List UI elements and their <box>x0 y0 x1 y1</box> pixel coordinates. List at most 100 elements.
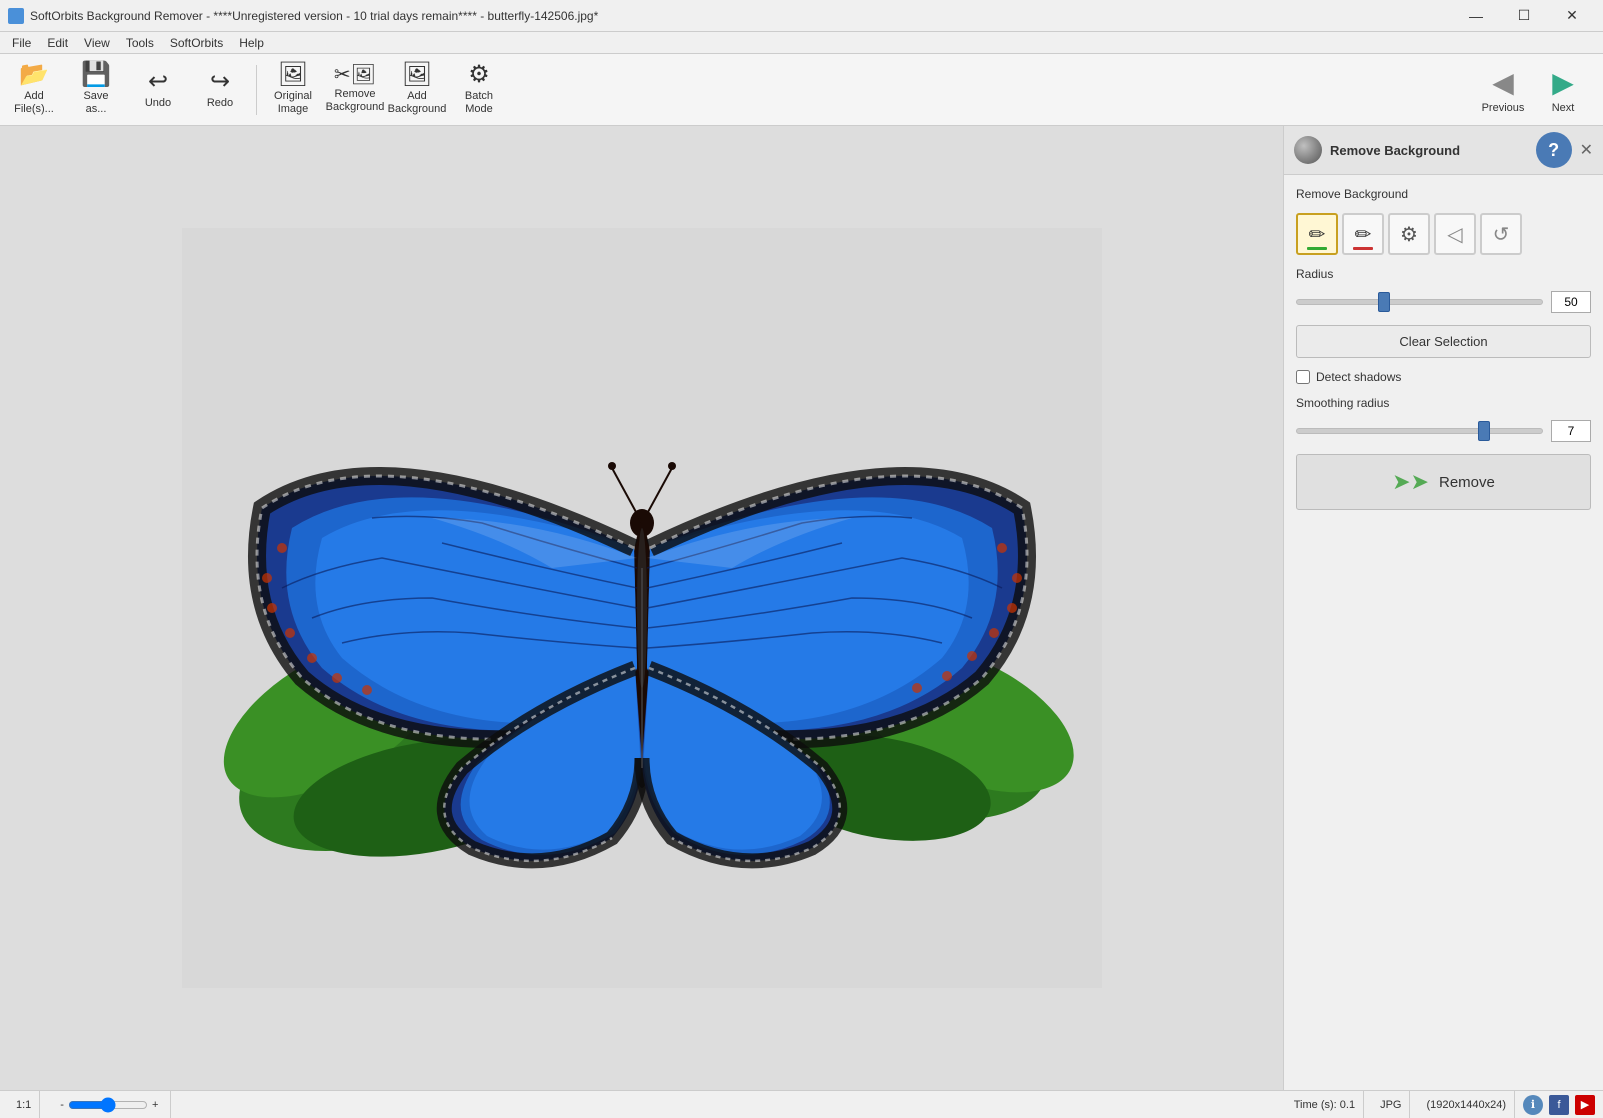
menu-tools[interactable]: Tools <box>118 34 162 52</box>
toolbox-title-row: Remove Background <box>1294 136 1460 164</box>
toolbox-title: Remove Background <box>1330 143 1460 158</box>
radius-slider-thumb[interactable] <box>1378 292 1390 312</box>
maximize-button[interactable]: ☐ <box>1501 0 1547 32</box>
previous-button[interactable]: ◀ Previous <box>1475 59 1531 121</box>
smoothing-section: Smoothing radius 7 <box>1296 396 1591 442</box>
main-area: Remove Background ? ✕ Remove Background … <box>0 126 1603 1090</box>
smoothing-slider-thumb[interactable] <box>1478 421 1490 441</box>
toolbox-panel: Remove Background ? ✕ Remove Background … <box>1283 126 1603 1090</box>
toolbar-nav: ◀ Previous ▶ Next <box>1475 59 1599 121</box>
toolbox-close-button[interactable]: ✕ <box>1580 140 1593 160</box>
radius-slider-track[interactable] <box>1296 299 1543 305</box>
remove-brush-icon: ✏ <box>1355 222 1372 247</box>
keep-brush-icon: ✏ <box>1309 222 1326 247</box>
toolbox-body: Remove Background ✏ ✏ ⚙ ◁ <box>1284 175 1603 522</box>
menu-edit[interactable]: Edit <box>39 34 76 52</box>
titlebar: SoftOrbits Background Remover - ****Unre… <box>0 0 1603 32</box>
smoothing-slider-track[interactable] <box>1296 428 1543 434</box>
zoom-value: 1:1 <box>16 1099 31 1111</box>
help-button[interactable]: ? <box>1536 132 1572 168</box>
tool-buttons-row: ✏ ✏ ⚙ ◁ ↺ <box>1296 213 1591 255</box>
remove-background-button[interactable]: ✂🖼 RemoveBackground <box>325 59 385 121</box>
smoothing-slider-row: 7 <box>1296 420 1591 442</box>
original-image-icon: 🖼 <box>278 63 308 87</box>
smoothing-value[interactable]: 7 <box>1551 420 1591 442</box>
add-background-button[interactable]: 🖼 AddBackground <box>387 59 447 121</box>
format-label: JPG <box>1380 1099 1401 1111</box>
smoothing-label: Smoothing radius <box>1296 396 1591 410</box>
erase-left-button[interactable]: ◁ <box>1434 213 1476 255</box>
remove-bg-label: Remove Background <box>1296 187 1408 201</box>
zoom-controls: - + <box>48 1091 171 1118</box>
radius-value[interactable]: 50 <box>1551 291 1591 313</box>
keep-brush-underline <box>1307 247 1327 250</box>
remove-bg-section-label: Remove Background <box>1296 187 1591 201</box>
undo-button[interactable]: ↩ Undo <box>128 59 188 121</box>
redo-label: Redo <box>207 97 233 109</box>
toolbox-icon <box>1294 136 1322 164</box>
auto-tool-button[interactable]: ⚙ <box>1388 213 1430 255</box>
toolbar-separator-1 <box>256 65 257 115</box>
add-files-label: AddFile(s)... <box>14 90 54 116</box>
toolbar: 📂 AddFile(s)... 💾 Saveas... ↩ Undo ↪ Red… <box>0 54 1603 126</box>
status-icons: ℹ f ▶ <box>1523 1095 1595 1115</box>
batch-label: Batch Mode <box>454 90 504 116</box>
window-title: SoftOrbits Background Remover - ****Unre… <box>30 9 1453 23</box>
zoom-segment: 1:1 <box>8 1091 40 1118</box>
menu-help[interactable]: Help <box>231 34 272 52</box>
radius-label: Radius <box>1296 267 1591 281</box>
format-segment: JPG <box>1372 1091 1410 1118</box>
erase-right-icon: ↺ <box>1493 222 1510 247</box>
next-label: Next <box>1552 102 1575 114</box>
minimize-button[interactable]: — <box>1453 0 1499 32</box>
zoom-min-button[interactable]: - <box>56 1099 68 1111</box>
detect-shadows-checkbox[interactable] <box>1296 370 1310 384</box>
detect-shadows-label[interactable]: Detect shadows <box>1316 370 1401 384</box>
info-icon[interactable]: ℹ <box>1523 1095 1543 1115</box>
remove-button[interactable]: ➤➤ Remove <box>1296 454 1591 510</box>
previous-icon: ◀ <box>1492 66 1514 99</box>
canvas-area[interactable] <box>0 126 1283 1090</box>
erase-left-icon: ◁ <box>1447 222 1462 247</box>
radius-slider-row: 50 <box>1296 291 1591 313</box>
remove-arrow-icon: ➤➤ <box>1392 469 1429 495</box>
batch-mode-button[interactable]: ⚙ Batch Mode <box>449 59 509 121</box>
zoom-slider[interactable] <box>68 1097 148 1113</box>
toolbox-header: Remove Background ? ✕ <box>1284 126 1603 175</box>
next-button[interactable]: ▶ Next <box>1535 59 1591 121</box>
save-as-button[interactable]: 💾 Saveas... <box>66 59 126 121</box>
remove-brush-button[interactable]: ✏ <box>1342 213 1384 255</box>
redo-button[interactable]: ↪ Redo <box>190 59 250 121</box>
menu-softorbits[interactable]: SoftOrbits <box>162 34 231 52</box>
batch-icon: ⚙ <box>468 63 490 87</box>
keep-brush-button[interactable]: ✏ <box>1296 213 1338 255</box>
facebook-icon[interactable]: f <box>1549 1095 1569 1115</box>
next-icon: ▶ <box>1552 66 1574 99</box>
time-segment: Time (s): 0.1 <box>1286 1091 1364 1118</box>
redo-icon: ↪ <box>210 70 230 94</box>
remove-bg-icon: ✂🖼 <box>334 65 376 85</box>
dimensions-segment: (1920x1440x24) <box>1418 1091 1515 1118</box>
statusbar: 1:1 - + Time (s): 0.1 JPG (1920x1440x24)… <box>0 1090 1603 1118</box>
remove-bg-label: RemoveBackground <box>326 88 385 114</box>
add-bg-label: AddBackground <box>388 90 447 116</box>
youtube-icon[interactable]: ▶ <box>1575 1095 1595 1115</box>
erase-right-button[interactable]: ↺ <box>1480 213 1522 255</box>
butterfly-svg <box>182 228 1102 988</box>
auto-tool-icon: ⚙ <box>1400 222 1418 247</box>
zoom-max-button[interactable]: + <box>148 1099 162 1111</box>
add-files-button[interactable]: 📂 AddFile(s)... <box>4 59 64 121</box>
menu-file[interactable]: File <box>4 34 39 52</box>
undo-icon: ↩ <box>148 70 168 94</box>
close-button[interactable]: ✕ <box>1549 0 1595 32</box>
menubar: File Edit View Tools SoftOrbits Help <box>0 32 1603 54</box>
clear-selection-button[interactable]: Clear Selection <box>1296 325 1591 358</box>
save-icon: 💾 <box>81 63 111 87</box>
detect-shadows-row: Detect shadows <box>1296 370 1591 384</box>
app-icon <box>8 8 24 24</box>
time-label: Time (s): 0.1 <box>1294 1099 1355 1111</box>
previous-label: Previous <box>1482 102 1525 114</box>
original-image-label: OriginalImage <box>274 90 312 116</box>
menu-view[interactable]: View <box>76 34 118 52</box>
original-image-button[interactable]: 🖼 OriginalImage <box>263 59 323 121</box>
